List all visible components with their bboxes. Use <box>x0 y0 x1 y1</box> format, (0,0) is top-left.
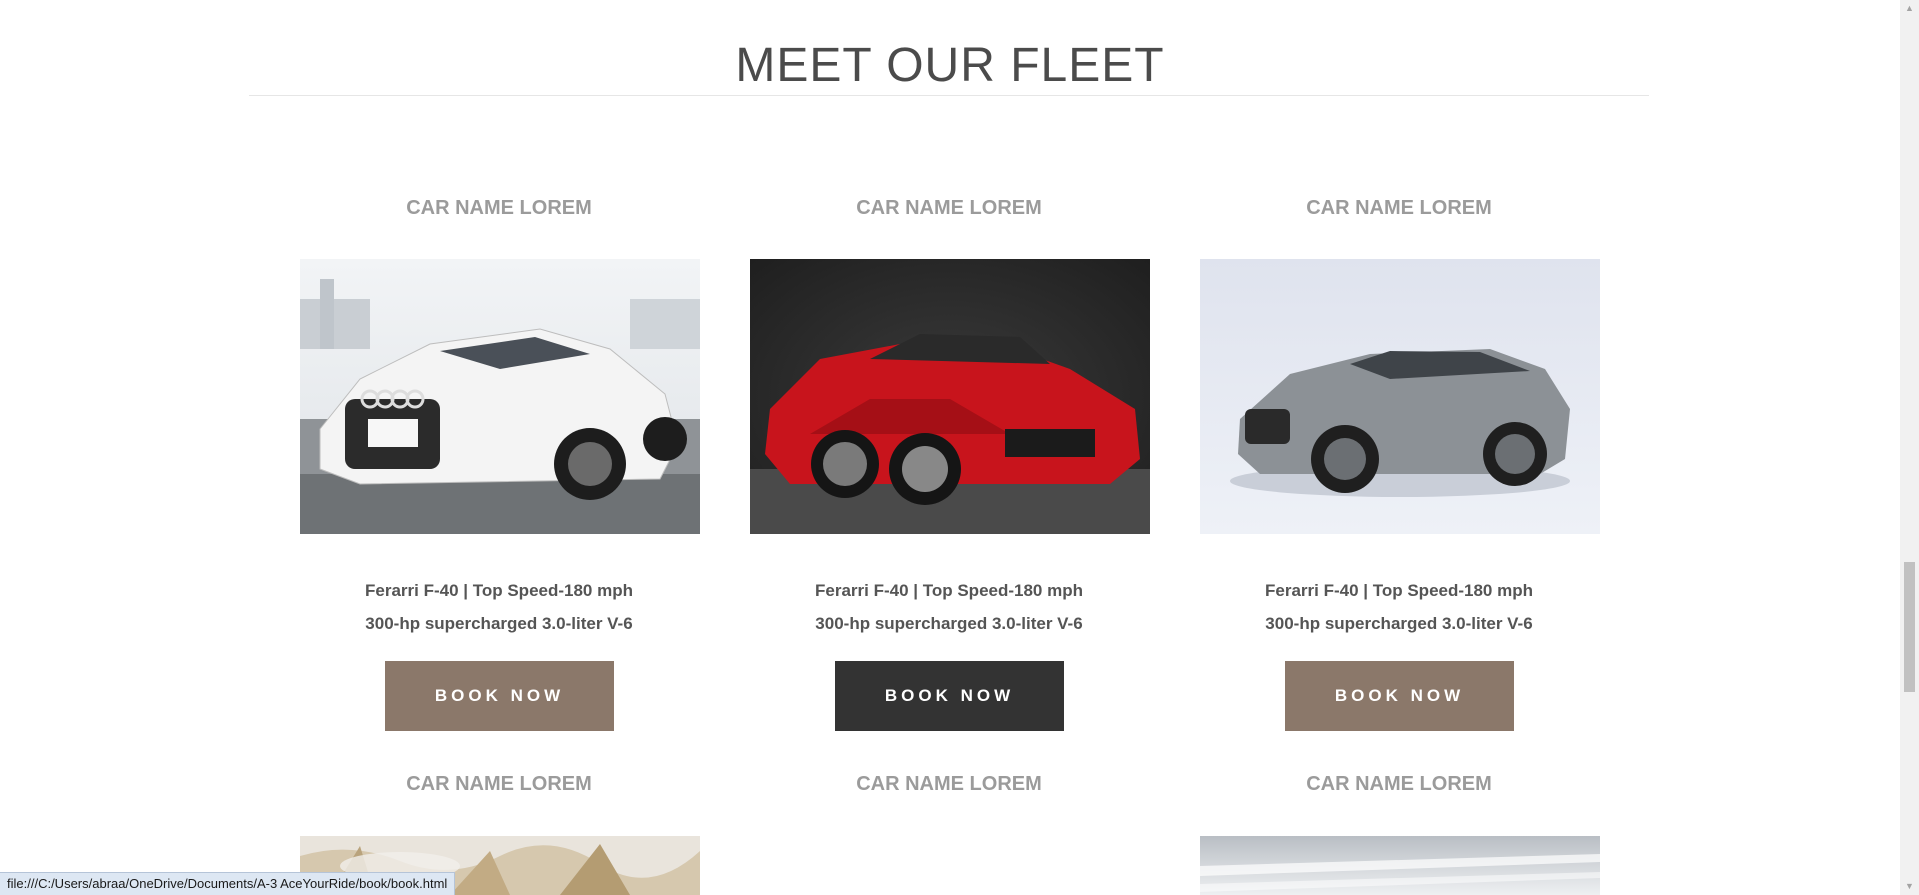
scrollbar-thumb[interactable] <box>1904 562 1915 692</box>
car-name-6: CAR NAME LOREM <box>1306 773 1492 795</box>
status-bar-url: file:///C:/Users/abraa/OneDrive/Document… <box>0 872 456 895</box>
car-spec-2-line1: Ferarri F-40 | Top Speed-180 mph <box>814 581 1083 600</box>
car-spec-3-line1: Ferarri F-40 | Top Speed-180 mph <box>1264 581 1533 600</box>
book-now-button-1[interactable]: BOOK NOW <box>385 661 614 731</box>
section-title: MEET OUR FLEET <box>735 39 1165 92</box>
car-spec-2-line2: 300-hp supercharged 3.0-liter V-6 <box>815 614 1083 633</box>
car-name-4: CAR NAME LOREM <box>406 773 592 795</box>
car-image-red-ferrari <box>750 259 1150 534</box>
car-image-grey-jaguar <box>1200 259 1600 534</box>
car-name-3: CAR NAME LOREM <box>1306 197 1492 219</box>
car-image-silver <box>1200 836 1600 895</box>
fleet-page: MEET OUR FLEET CAR NAME LOREM CAR NAME L… <box>0 0 1900 895</box>
book-now-button-2[interactable]: BOOK NOW <box>835 661 1064 731</box>
car-spec-1-line1: Ferarri F-40 | Top Speed-180 mph <box>364 581 633 600</box>
scroll-down-arrow-icon[interactable]: ▼ <box>1900 878 1919 895</box>
car-name-2: CAR NAME LOREM <box>856 197 1042 219</box>
car-name-5: CAR NAME LOREM <box>856 773 1042 795</box>
car-spec-3-line2: 300-hp supercharged 3.0-liter V-6 <box>1265 614 1533 633</box>
car-name-1: CAR NAME LOREM <box>406 197 592 219</box>
car-image-white-audi <box>300 259 700 534</box>
title-divider <box>249 95 1649 96</box>
car-spec-1-line2: 300-hp supercharged 3.0-liter V-6 <box>365 614 633 633</box>
book-now-button-3[interactable]: BOOK NOW <box>1285 661 1514 731</box>
vertical-scrollbar[interactable]: ▲ ▼ <box>1900 0 1919 895</box>
scroll-up-arrow-icon[interactable]: ▲ <box>1900 0 1919 17</box>
